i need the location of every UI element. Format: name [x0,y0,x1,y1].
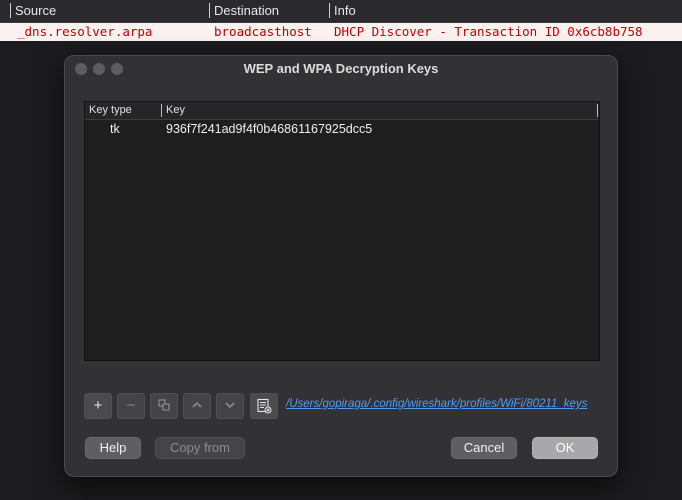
column-header-key[interactable]: Key [166,104,185,116]
add-key-button[interactable]: + [84,393,112,419]
key-type-cell[interactable]: tk [110,122,120,136]
dialog-titlebar: WEP and WPA Decryption Keys [65,56,617,82]
packet-source: _dns.resolver.arpa [17,24,153,39]
keys-table[interactable]: Key type Key tk 936f7f241ad9f4f0b4686116… [84,101,600,361]
copy-icon [158,399,170,411]
clear-keys-button[interactable] [250,393,278,419]
keys-table-header: Key type Key [85,102,599,120]
packet-destination: broadcasthost [214,24,312,39]
column-header-source[interactable]: Source [10,3,56,18]
help-button[interactable]: Help [85,437,141,459]
key-cell[interactable]: 936f7f241ad9f4f0b46861167925dcc5 [166,122,372,136]
packet-list-header: Source Destination Info [0,0,682,23]
remove-key-button[interactable]: − [117,393,145,419]
minus-icon: − [126,397,136,414]
dialog-title: WEP and WPA Decryption Keys [243,61,439,76]
column-header-info[interactable]: Info [329,3,356,18]
decryption-keys-dialog: WEP and WPA Decryption Keys Key type Key… [64,55,618,477]
move-down-button[interactable] [216,393,244,419]
copy-key-button[interactable] [150,393,178,419]
column-header-key-type[interactable]: Key type [89,104,132,116]
clear-list-icon [257,398,272,414]
column-separator[interactable] [597,104,598,117]
move-up-button[interactable] [183,393,211,419]
packet-row[interactable]: _dns.resolver.arpa broadcasthost DHCP Di… [0,23,682,41]
plus-icon: + [93,397,103,414]
table-row[interactable]: tk 936f7f241ad9f4f0b46861167925dcc5 [85,120,599,138]
column-separator[interactable] [161,104,162,117]
keys-file-path-link[interactable]: /Users/gopiraga/.config/wireshark/profil… [286,398,587,410]
chevron-up-icon [192,401,202,408]
chevron-down-icon [225,402,235,409]
column-header-destination[interactable]: Destination [209,3,279,18]
cancel-button[interactable]: Cancel [451,437,517,459]
packet-info: DHCP Discover - Transaction ID 0x6cb8b75… [334,24,643,39]
ok-button[interactable]: OK [532,437,598,459]
copy-from-button[interactable]: Copy from [155,437,245,459]
